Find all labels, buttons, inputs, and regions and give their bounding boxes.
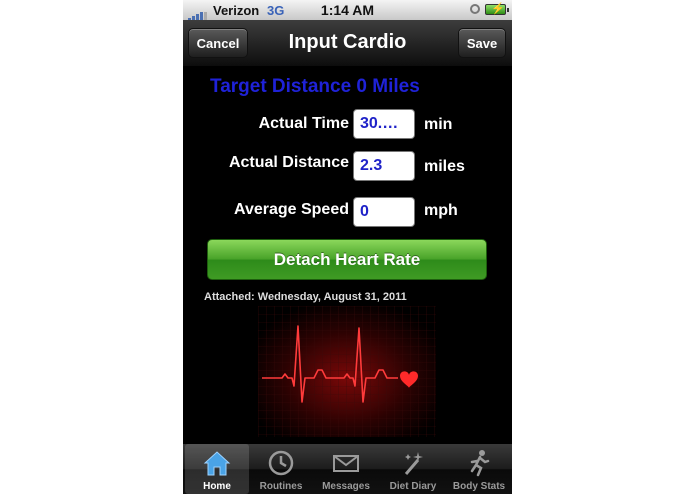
tab-routines-label: Routines [259,481,303,492]
phone-screen: Verizon 3G 1:14 AM ⚡ Cancel Input Cardio… [183,0,512,494]
home-icon [203,451,231,476]
navigation-bar: Cancel Input Cardio Save [183,20,512,67]
envelope-icon [333,455,359,472]
tab-home[interactable]: Home [185,444,249,494]
status-bar: Verizon 3G 1:14 AM ⚡ [183,0,512,21]
orientation-lock-icon [470,4,480,14]
average-speed-label: Average Speed [233,201,349,218]
attached-date-text: Attached: Wednesday, August 31, 2011 [204,291,407,303]
actual-distance-input[interactable]: 2.3 [353,151,415,181]
tab-diet-diary-label: Diet Diary [389,481,437,492]
status-time: 1:14 AM [320,2,375,18]
speed-unit-label: mph [424,202,458,219]
tab-home-label: Home [203,481,231,492]
actual-distance-label: Actual Distance [228,154,349,171]
distance-unit-label: miles [424,158,465,175]
tab-bar: Home Routines Messages Diet Diary Body S… [183,444,512,494]
time-unit-label: min [424,116,453,133]
target-distance-text: Target Distance 0 Miles [210,76,420,97]
tab-messages[interactable]: Messages [314,444,378,494]
tab-messages-label: Messages [322,481,370,492]
average-speed-input[interactable]: 0 [353,197,415,227]
actual-time-label: Actual Time [258,115,349,132]
actual-time-input[interactable]: 30.… [353,109,415,139]
magic-wand-icon [404,452,423,475]
heart-rate-image [258,306,436,437]
tab-body-stats[interactable]: Body Stats [447,444,511,494]
detach-heart-rate-button[interactable]: Detach Heart Rate [207,239,487,280]
battery-icon: ⚡ [485,3,509,15]
tab-diet-diary[interactable]: Diet Diary [381,444,445,494]
runner-icon [470,450,490,477]
tab-body-stats-label: Body Stats [452,481,506,492]
tab-routines[interactable]: Routines [249,444,313,494]
save-button[interactable]: Save [458,28,506,58]
clock-icon [268,450,294,476]
